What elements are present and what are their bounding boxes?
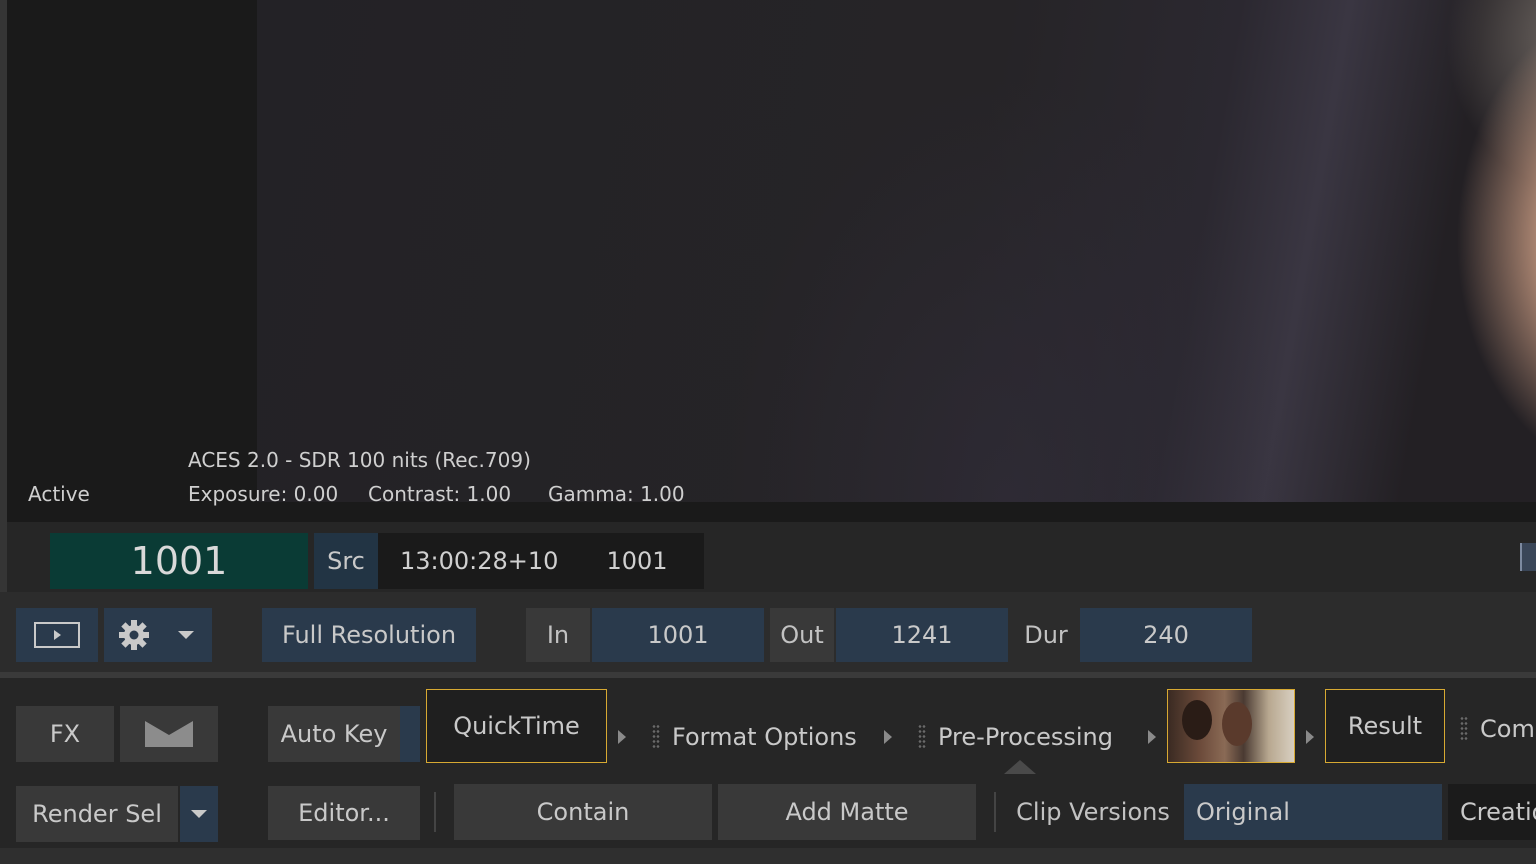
- viewer-image-shading: [707, 0, 1307, 502]
- out-label[interactable]: Out: [770, 608, 834, 662]
- gear-icon: [119, 620, 149, 650]
- dur-label: Dur: [1024, 621, 1068, 649]
- matte-icon: [145, 721, 193, 747]
- play-icon: [34, 622, 80, 648]
- clip-versions-label: Clip Versions: [1016, 798, 1170, 826]
- result-node[interactable]: Result: [1325, 689, 1445, 763]
- settings-button[interactable]: [104, 608, 212, 662]
- thumbnail-figure: [1182, 700, 1212, 740]
- in-label[interactable]: In: [526, 608, 590, 662]
- contrast-readout: Contrast: 1.00: [368, 482, 512, 506]
- matte-button[interactable]: [120, 706, 218, 762]
- editor-button[interactable]: Editor...: [268, 786, 420, 840]
- render-sel-button[interactable]: Render Sel: [16, 786, 178, 842]
- format-options-label: Format Options: [672, 723, 857, 751]
- arrow-icon: [1306, 730, 1314, 744]
- comp-node[interactable]: Comp: [1460, 698, 1536, 760]
- viewer-status: Active: [28, 482, 90, 506]
- separator: [434, 792, 436, 832]
- render-sel-dropdown[interactable]: [180, 786, 218, 842]
- auto-key-indicator[interactable]: [400, 706, 420, 762]
- clip-version-dropdown[interactable]: Original: [1184, 784, 1442, 840]
- play-button[interactable]: [16, 608, 98, 662]
- source-frame[interactable]: 1001: [600, 533, 674, 589]
- fx-button[interactable]: FX: [16, 706, 114, 762]
- grip-icon[interactable]: [918, 724, 926, 750]
- in-point-field[interactable]: 1001: [592, 608, 764, 662]
- source-timecode[interactable]: 13:00:28+10: [400, 533, 558, 589]
- arrow-icon: [1148, 730, 1156, 744]
- chevron-down-icon: [191, 810, 207, 818]
- exposure-readout: Exposure: 0.00: [188, 482, 339, 506]
- grip-icon[interactable]: [652, 724, 660, 750]
- contain-button[interactable]: Contain: [454, 784, 712, 840]
- viewer[interactable]: [7, 0, 1536, 522]
- thumbnail-figure: [1222, 702, 1252, 746]
- arrow-icon: [618, 730, 626, 744]
- resolution-dropdown[interactable]: Full Resolution: [262, 608, 476, 662]
- add-matte-button[interactable]: Add Matte: [718, 784, 976, 840]
- current-frame[interactable]: 1001: [50, 533, 308, 589]
- pre-processing-label: Pre-Processing: [938, 723, 1113, 751]
- colorspace-label: ACES 2.0 - SDR 100 nits (Rec.709): [188, 448, 531, 472]
- chevron-down-icon[interactable]: [176, 629, 196, 641]
- auto-key-button[interactable]: Auto Key: [268, 706, 400, 762]
- gamma-readout: Gamma: 1.00: [548, 482, 685, 506]
- format-options-node[interactable]: Format Options: [652, 706, 857, 768]
- grip-icon[interactable]: [1460, 716, 1468, 742]
- player-controls: [0, 592, 1536, 672]
- comp-label: Comp: [1480, 715, 1536, 743]
- timeline-marker[interactable]: [1520, 543, 1536, 571]
- pre-processing-node[interactable]: Pre-Processing: [918, 706, 1113, 768]
- left-panel-edge: [0, 0, 7, 592]
- separator: [994, 792, 996, 832]
- selection-pointer-icon: [1004, 760, 1036, 774]
- creation-button[interactable]: Creatio: [1448, 784, 1536, 840]
- bottom-bar: [0, 848, 1536, 864]
- out-point-field[interactable]: 1241: [836, 608, 1008, 662]
- clip-thumbnail[interactable]: [1167, 689, 1295, 763]
- src-label[interactable]: Src: [314, 533, 378, 589]
- arrow-icon: [884, 730, 892, 744]
- quicktime-node[interactable]: QuickTime: [426, 689, 607, 763]
- duration-field[interactable]: 240: [1080, 608, 1252, 662]
